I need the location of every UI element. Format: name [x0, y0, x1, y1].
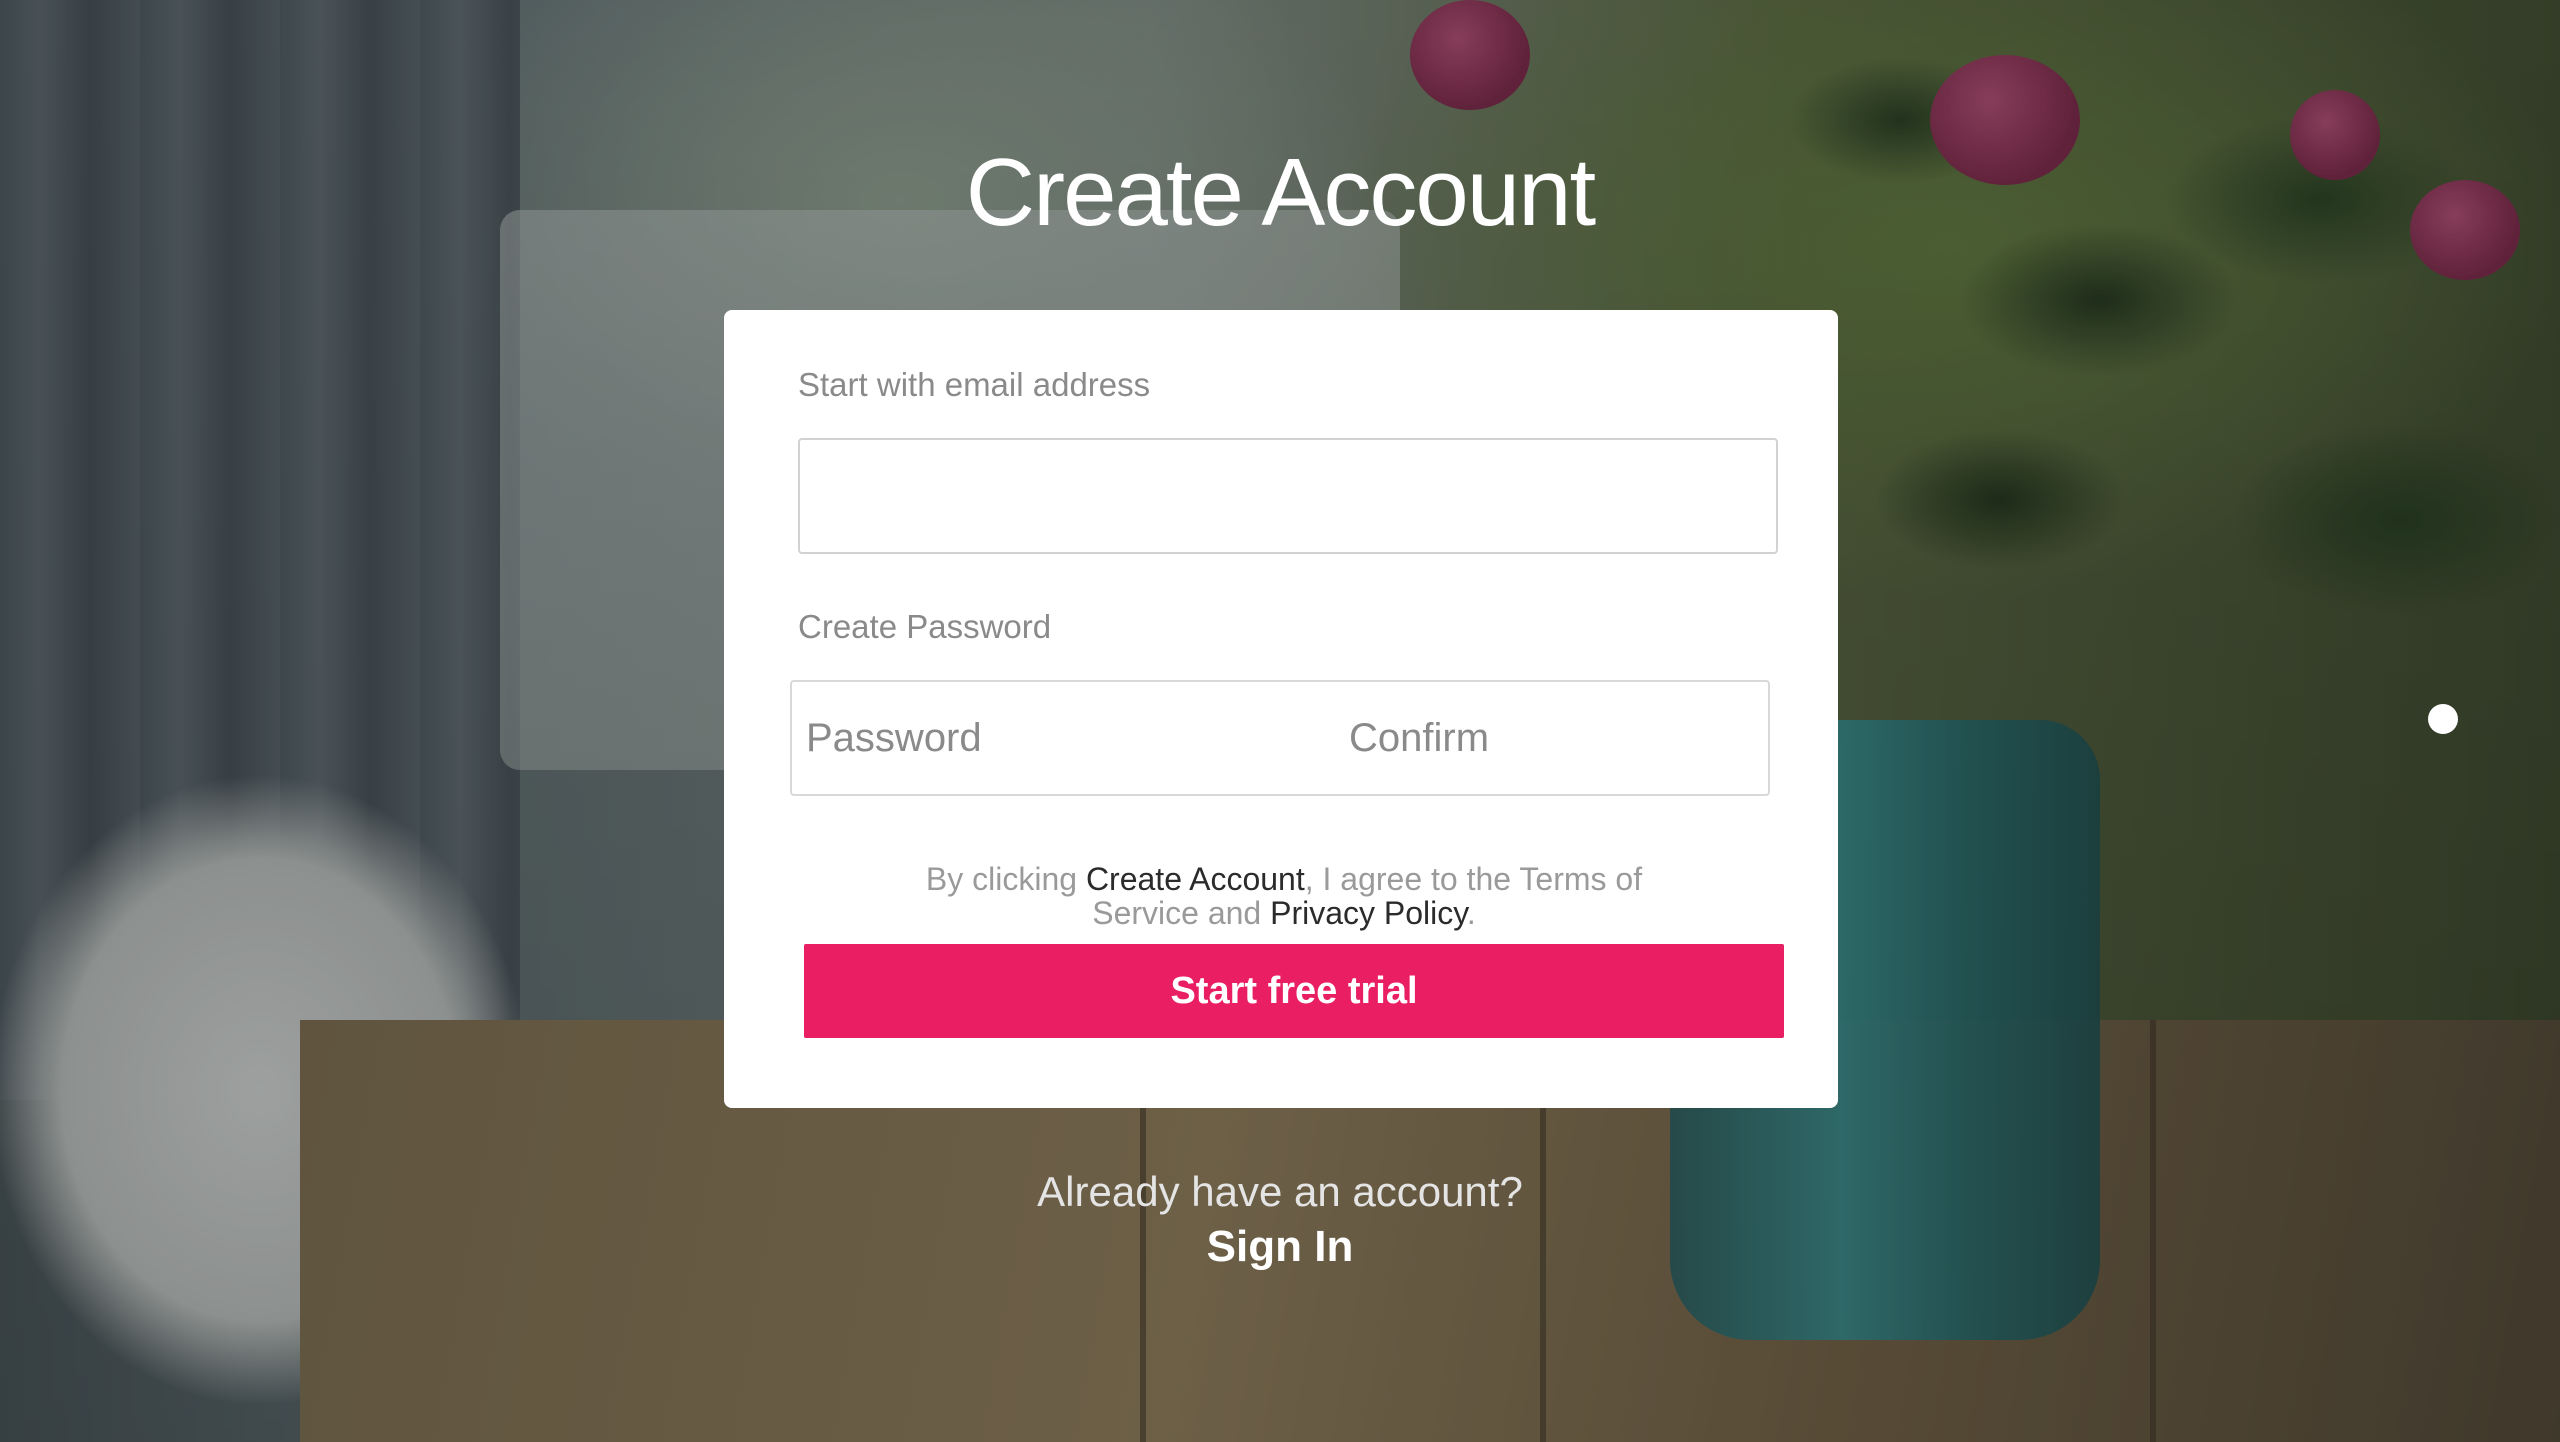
email-field[interactable]	[798, 438, 1778, 554]
dot-indicator-icon[interactable]	[2428, 704, 2458, 734]
password-field[interactable]	[792, 682, 1335, 794]
email-label: Start with email address	[798, 366, 1151, 403]
password-label: Create Password	[798, 608, 1052, 645]
sign-in-link[interactable]: Sign In	[1180, 1222, 1380, 1272]
terms-prefix: By clicking	[925, 861, 1086, 897]
confirm-password-field[interactable]	[1335, 682, 1878, 794]
already-have-account-text: Already have an account?	[1037, 1168, 1523, 1215]
page-title: Create Account	[965, 139, 1596, 246]
signup-card: Start with email address Create Password…	[724, 310, 1878, 1108]
terms-suffix: .	[1466, 895, 1476, 931]
start-free-trial-button[interactable]: Start free trial	[804, 944, 1784, 1038]
terms-text: By clicking Create Account, I agree to t…	[904, 862, 1664, 930]
password-group	[790, 680, 1878, 796]
create-account-link[interactable]: Create Account	[1086, 861, 1305, 897]
privacy-policy-link[interactable]: Privacy Policy	[1270, 895, 1467, 931]
